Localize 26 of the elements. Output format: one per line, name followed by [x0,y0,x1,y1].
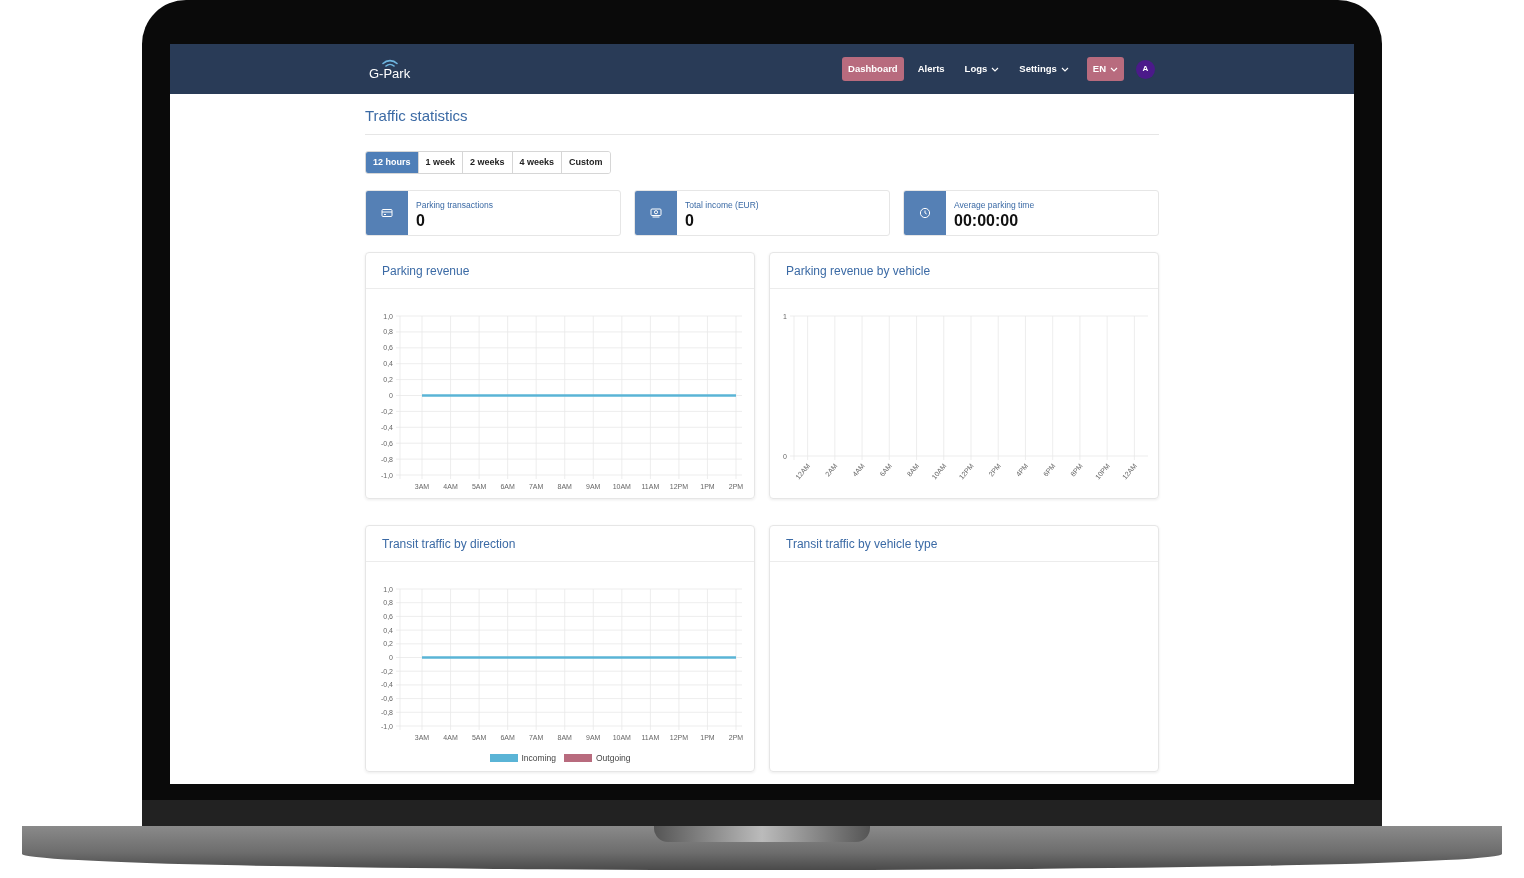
wifi-icon [380,58,399,67]
avatar[interactable]: A [1136,59,1155,79]
stat-value: 00:00:00 [954,211,1020,230]
stat-label: Total income (EUR) [685,199,759,212]
nav-link[interactable]: Logs [958,56,1006,82]
stat-label: Parking transactions [416,199,493,212]
card-title: Transit traffic by vehicle type [786,535,938,553]
stat-value: 0 [685,211,695,230]
caret-icon [1110,66,1118,72]
page-title: Traffic statistics [365,106,1159,135]
nav-link[interactable]: Dashboard [842,56,904,82]
stat-value: 0 [416,211,426,230]
legend-label: Incoming [521,752,556,765]
stat-label: Average parking time [954,199,1035,212]
card-title: Parking revenue by vehicle [786,262,931,280]
clock-icon [918,206,932,220]
language-dropdown[interactable]: EN [1086,56,1124,82]
banknote-icon [649,206,663,220]
card-title: Transit traffic by direction [382,535,516,553]
legend-label: Outgoing [596,752,631,765]
card-title: Parking revenue [382,262,470,280]
nav-link[interactable]: Settings [1013,56,1075,82]
period-tab[interactable]: 12 hours [366,152,419,173]
nav-link[interactable]: Alerts [911,56,951,82]
credit-card-icon [380,206,394,220]
logo-text: G-Park [369,67,411,80]
